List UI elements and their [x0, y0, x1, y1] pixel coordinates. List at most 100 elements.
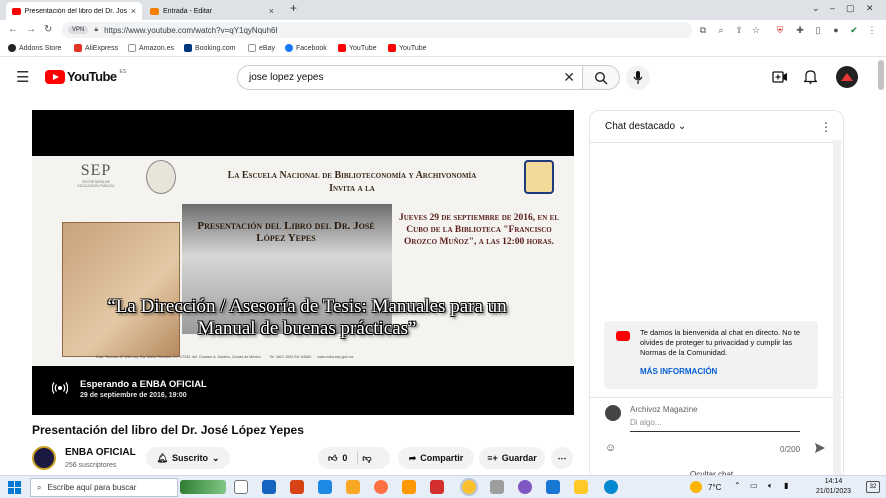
youtube-play-icon [45, 69, 65, 84]
share-button[interactable]: ➦ Compartir [398, 447, 474, 469]
acrobat-icon[interactable] [430, 480, 444, 494]
reload-icon[interactable]: ↻ [44, 24, 52, 35]
dislike-button[interactable]: 👎︎ [362, 453, 371, 464]
zoom-icon[interactable]: ⌕ [716, 25, 726, 35]
menu-dots-icon[interactable]: ⋮ [867, 25, 877, 35]
app-icon[interactable] [574, 480, 588, 494]
region-code: ES [119, 69, 127, 75]
save-button[interactable]: ≡+ Guardar [479, 447, 545, 469]
windows-start-icon[interactable] [8, 481, 21, 494]
app-icon[interactable] [518, 480, 532, 494]
extension-shield-icon[interactable]: ⛨ [775, 25, 785, 35]
search-button[interactable] [582, 65, 620, 90]
poster-invita: Invita a la [329, 183, 375, 194]
booking-icon [184, 44, 192, 52]
edge-icon[interactable] [604, 480, 618, 494]
youtube-logo[interactable]: YouTube ES [45, 69, 126, 84]
app-l-icon[interactable] [318, 480, 332, 494]
star-icon[interactable]: ☆ [751, 25, 761, 35]
minimize-icon[interactable]: – [830, 3, 835, 13]
address-bar[interactable]: VPN 🔒︎ https://www.youtube.com/watch?v=q… [62, 22, 692, 38]
forward-icon[interactable]: → [26, 24, 36, 35]
sidepanel-icon[interactable]: ▯ [813, 25, 823, 35]
chrome-icon[interactable] [460, 478, 478, 496]
bookmark-aliexpress[interactable]: AliExpress [74, 44, 118, 52]
chat-composer: Archivoz Magazine Di algo... ☺ 0/200 Ocu… [590, 397, 843, 479]
battery-icon[interactable]: ▮ [784, 481, 788, 490]
page-scrollbar-thumb[interactable] [878, 60, 884, 90]
taskbar-search-box[interactable]: ⌕ Escribe aquí para buscar [30, 478, 178, 497]
hamburger-menu-icon[interactable]: ☰ [16, 68, 29, 86]
url-text[interactable]: https://www.youtube.com/watch?v=qY1qyNqu… [104, 26, 278, 35]
create-video-icon[interactable] [772, 70, 788, 84]
bookmark-facebook[interactable]: Facebook [285, 44, 327, 52]
emoji-icon[interactable]: ☺ [605, 442, 616, 454]
maximize-icon[interactable]: ▢ [846, 3, 855, 14]
chat-more-icon[interactable]: ⋮ [820, 120, 832, 134]
chat-scrollbar[interactable] [833, 140, 841, 480]
bookmark-youtube[interactable]: YouTube [338, 44, 377, 52]
new-tab-button[interactable]: + [290, 1, 297, 15]
voice-search-button[interactable] [626, 66, 650, 90]
bookmark-label: Addons Store [19, 44, 62, 52]
thumbs-up-icon: 👍︎ [328, 452, 338, 463]
lock-icon[interactable]: 🔒︎ [94, 26, 98, 34]
close-tab-icon[interactable]: × [131, 6, 136, 16]
close-tab-icon[interactable]: × [269, 6, 274, 16]
poster-date-location: Jueves 29 de septiembre de 2016, en el C… [398, 213, 559, 247]
bookmark-booking[interactable]: Booking.com [184, 44, 235, 52]
profile-icon[interactable]: ● [831, 25, 841, 35]
back-icon[interactable]: ← [8, 24, 18, 35]
firefox-icon[interactable] [374, 480, 388, 494]
weather-temperature[interactable]: 7°C [708, 483, 721, 492]
notifications-bell-icon[interactable] [804, 69, 817, 84]
chevron-down-icon: ⌄ [211, 452, 220, 463]
clear-search-icon[interactable]: ✕ [563, 69, 575, 86]
channel-avatar[interactable] [32, 446, 56, 470]
share-icon[interactable]: ⇪ [734, 25, 744, 35]
save-label: Guardar [501, 453, 537, 463]
word-icon[interactable] [546, 480, 560, 494]
chevron-down-icon[interactable]: ⌄ [812, 3, 820, 14]
bookmarks-bar: Addons Store AliExpress Amazon.es Bookin… [0, 40, 886, 57]
bookmark-addons-store[interactable]: Addons Store [8, 44, 61, 52]
more-info-link[interactable]: MÁS INFORMACIÓN [640, 367, 717, 376]
close-window-icon[interactable]: ✕ [866, 3, 874, 14]
file-explorer-icon[interactable] [346, 480, 360, 494]
install-icon[interactable]: ⧉ [698, 25, 708, 35]
search-query[interactable]: jose lopez yepes [249, 72, 324, 83]
puzzle-icon[interactable]: ✚ [795, 25, 805, 35]
chat-mode-selector[interactable]: Chat destacado ⌄ [605, 121, 686, 132]
store-icon[interactable] [262, 480, 276, 494]
chat-message-input[interactable]: Di algo... [630, 418, 800, 432]
browser-toolbar: ← → ↻ VPN 🔒︎ https://www.youtube.com/wat… [0, 20, 886, 40]
like-button[interactable]: 👍︎ 0 [328, 453, 347, 464]
more-actions-button[interactable]: ⋯ [551, 447, 573, 469]
welcome-text: Te damos la bienvenida al chat en direct… [640, 328, 801, 357]
network-icon[interactable]: ▭ [750, 481, 758, 490]
aliexpress-icon [74, 44, 82, 52]
task-view-icon[interactable] [234, 480, 248, 494]
search-highlight-image[interactable] [180, 480, 226, 494]
tab-youtube-video[interactable]: Presentación del libro del Dr. José × [6, 2, 142, 20]
channel-name[interactable]: ENBA OFICIAL [65, 447, 136, 458]
notifications-badge[interactable]: 32 [866, 481, 880, 493]
bookmark-label: YouTube [399, 44, 427, 52]
chevron-up-icon[interactable]: ⌃ [734, 481, 741, 490]
security-check-icon[interactable]: ✔ [849, 25, 859, 35]
video-player[interactable]: SEP SECRETARÍA DE EDUCACIÓN PÚBLICA La E… [32, 110, 574, 415]
app-icon[interactable] [490, 480, 504, 494]
search-input[interactable]: jose lopez yepes ✕ [237, 65, 583, 90]
subscribed-button[interactable]: 🔔︎ Suscrito ⌄ [146, 447, 230, 469]
bookmark-amazon[interactable]: Amazon.es [128, 44, 174, 52]
bookmark-youtube[interactable]: YouTube [388, 44, 427, 52]
account-avatar[interactable] [836, 66, 858, 88]
vpn-badge[interactable]: VPN [68, 26, 89, 34]
speaker-icon[interactable]: 🔈︎ [768, 481, 773, 491]
clock[interactable]: 14:14 21/01/2023 [816, 477, 851, 497]
app-icon[interactable] [402, 480, 416, 494]
powerpoint-icon[interactable] [290, 480, 304, 494]
bookmark-ebay[interactable]: eBay [248, 44, 275, 52]
send-icon[interactable] [814, 442, 826, 454]
tab-blogger-edit[interactable]: Entrada - Editar × [144, 2, 280, 20]
